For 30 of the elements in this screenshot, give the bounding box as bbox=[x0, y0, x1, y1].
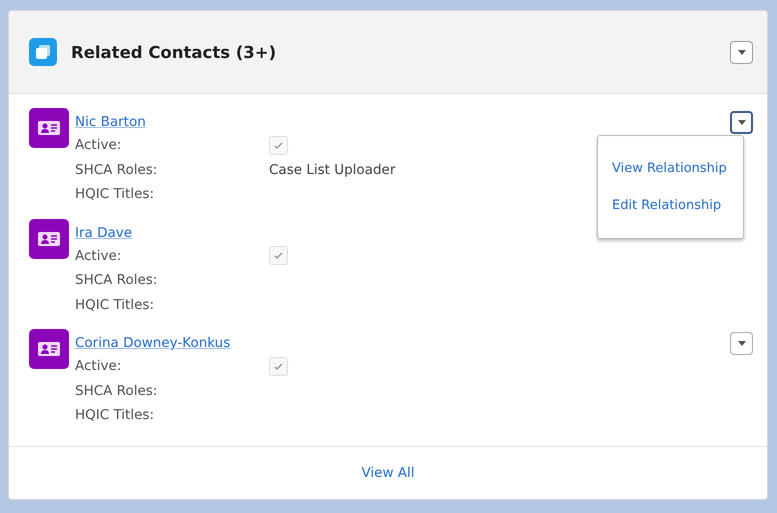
contact-icon bbox=[29, 218, 69, 258]
contact-icon bbox=[29, 329, 69, 369]
caret-icon bbox=[738, 120, 746, 125]
field-label: Active: bbox=[75, 248, 122, 264]
check-icon bbox=[274, 252, 283, 260]
field-label: HQIC Titles: bbox=[75, 186, 155, 202]
dropdown-button[interactable] bbox=[730, 111, 753, 134]
card-title: Related Contacts (3+) bbox=[71, 42, 278, 62]
menu-item[interactable]: View Relationship bbox=[612, 161, 743, 176]
check-icon bbox=[274, 142, 283, 149]
caret-icon bbox=[738, 341, 746, 346]
menu-item[interactable]: Edit Relationship bbox=[612, 198, 743, 213]
field-label: SHCA Roles: bbox=[75, 272, 158, 288]
field-label: HQIC Titles: bbox=[75, 296, 155, 313]
check-icon bbox=[274, 362, 283, 370]
contact-name-link[interactable]: Nic Barton bbox=[75, 111, 146, 133]
contact-icon bbox=[29, 108, 69, 148]
dropdown-button[interactable] bbox=[730, 40, 753, 64]
field-label: SHCA Roles: bbox=[75, 382, 158, 399]
field-label: SHCA Roles: bbox=[75, 162, 158, 178]
caret-icon bbox=[738, 50, 746, 54]
contact-name-link[interactable]: Corina Downey-Konkus bbox=[75, 332, 230, 354]
dropdown-button[interactable] bbox=[730, 332, 753, 355]
related-list-icon bbox=[29, 38, 57, 66]
field-label: Active: bbox=[75, 137, 122, 154]
contact-name-link[interactable]: Ira Dave bbox=[75, 222, 132, 244]
field-label: Active: bbox=[75, 358, 122, 374]
field-label: HQIC Titles: bbox=[75, 407, 155, 424]
field-value: Case List Uploader bbox=[269, 162, 396, 178]
view-all-link[interactable]: View All bbox=[361, 465, 415, 481]
